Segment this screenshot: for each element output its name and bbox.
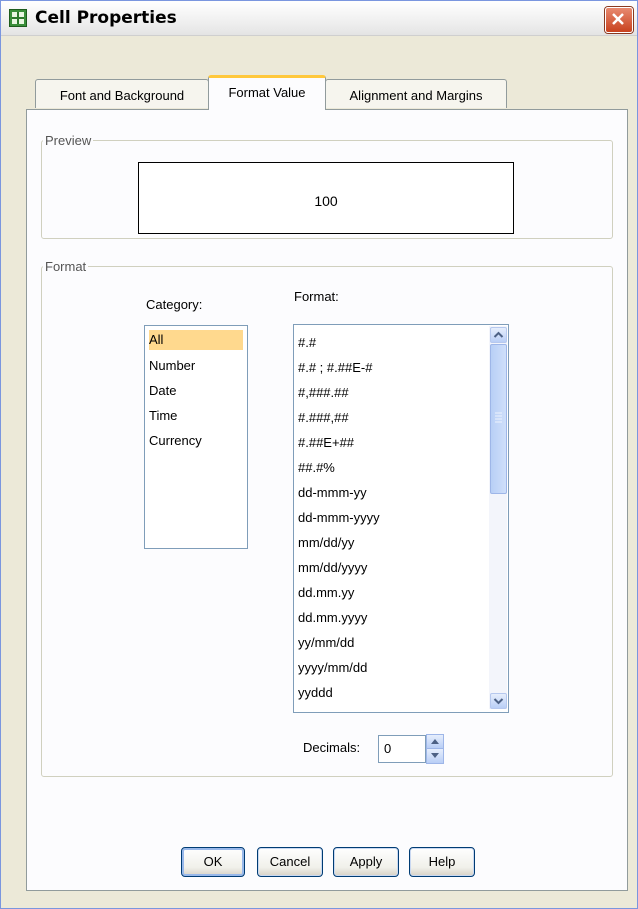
list-item-format[interactable]: yyyy/mm/dd — [298, 660, 367, 675]
list-item-category-all[interactable]: All — [149, 330, 243, 350]
list-item-format[interactable]: dd.mm.yy — [298, 585, 354, 600]
close-button[interactable] — [605, 7, 633, 33]
decimals-label: Decimals: — [303, 740, 361, 755]
tab-format-value[interactable]: Format Value — [208, 75, 326, 110]
decimals-input[interactable]: 0 — [378, 735, 426, 763]
list-item-format[interactable]: mm/dd/yyyy — [298, 560, 367, 575]
format-legend: Format — [45, 259, 87, 274]
scroll-up-button[interactable] — [490, 327, 507, 343]
list-item-category-currency[interactable]: Currency — [149, 431, 202, 451]
list-item-format[interactable]: yy/mm/dd — [298, 635, 354, 650]
list-item-format[interactable]: mm/dd/yy — [298, 535, 354, 550]
cancel-button[interactable]: Cancel — [257, 847, 323, 877]
grip-icon — [495, 412, 502, 423]
list-item-format[interactable]: dd.mm.yyyy — [298, 610, 367, 625]
list-item-format[interactable]: dd-mmm-yyyy — [298, 510, 380, 525]
list-item-format[interactable]: #.# — [298, 335, 316, 350]
list-item-format[interactable]: #.###,## — [298, 410, 349, 425]
triangle-up-icon — [431, 739, 439, 744]
list-item-format[interactable]: dd-mmm-yy — [298, 485, 367, 500]
list-item-format[interactable]: #.##E+## — [298, 435, 354, 450]
list-item-category-time[interactable]: Time — [149, 406, 177, 426]
category-label: Category: — [146, 297, 203, 312]
apply-button[interactable]: Apply — [333, 847, 399, 877]
title-bar[interactable]: Cell Properties — [1, 1, 637, 36]
list-item-category-number[interactable]: Number — [149, 356, 195, 376]
ok-button[interactable]: OK — [181, 847, 245, 877]
chevron-up-icon — [493, 331, 504, 338]
format-list[interactable]: #.# #.# ; #.##E-# #,###.## #.###,## #.##… — [293, 324, 509, 713]
tab-font-and-background[interactable]: Font and Background — [35, 79, 209, 108]
list-item-format[interactable]: yyddd — [298, 685, 333, 700]
cell-properties-dialog: Cell Properties Font and Background Form… — [0, 0, 638, 909]
format-label: Format: — [294, 289, 339, 304]
list-item-format[interactable]: #,###.## — [298, 385, 349, 400]
spin-up-button[interactable] — [426, 734, 444, 749]
decimals-spinner[interactable] — [426, 734, 444, 764]
spin-down-button[interactable] — [426, 748, 444, 764]
window-title: Cell Properties — [35, 8, 177, 28]
grid-icon — [9, 9, 27, 27]
list-item-category-date[interactable]: Date — [149, 381, 176, 401]
preview-box: 100 — [138, 162, 514, 234]
list-item-format[interactable]: ##.#% — [298, 460, 335, 475]
chevron-down-icon — [493, 698, 504, 705]
close-icon — [612, 13, 624, 25]
list-item-format[interactable]: #.# ; #.##E-# — [298, 360, 372, 375]
preview-legend: Preview — [45, 133, 92, 148]
category-list[interactable]: All Number Date Time Currency — [144, 325, 248, 549]
help-button[interactable]: Help — [409, 847, 475, 877]
triangle-down-icon — [431, 753, 439, 758]
scroll-thumb[interactable] — [490, 344, 507, 494]
decimals-value: 0 — [384, 741, 392, 756]
format-list-scrollbar[interactable] — [489, 326, 507, 709]
tab-alignment-and-margins[interactable]: Alignment and Margins — [325, 79, 507, 108]
scroll-down-button[interactable] — [490, 693, 507, 709]
